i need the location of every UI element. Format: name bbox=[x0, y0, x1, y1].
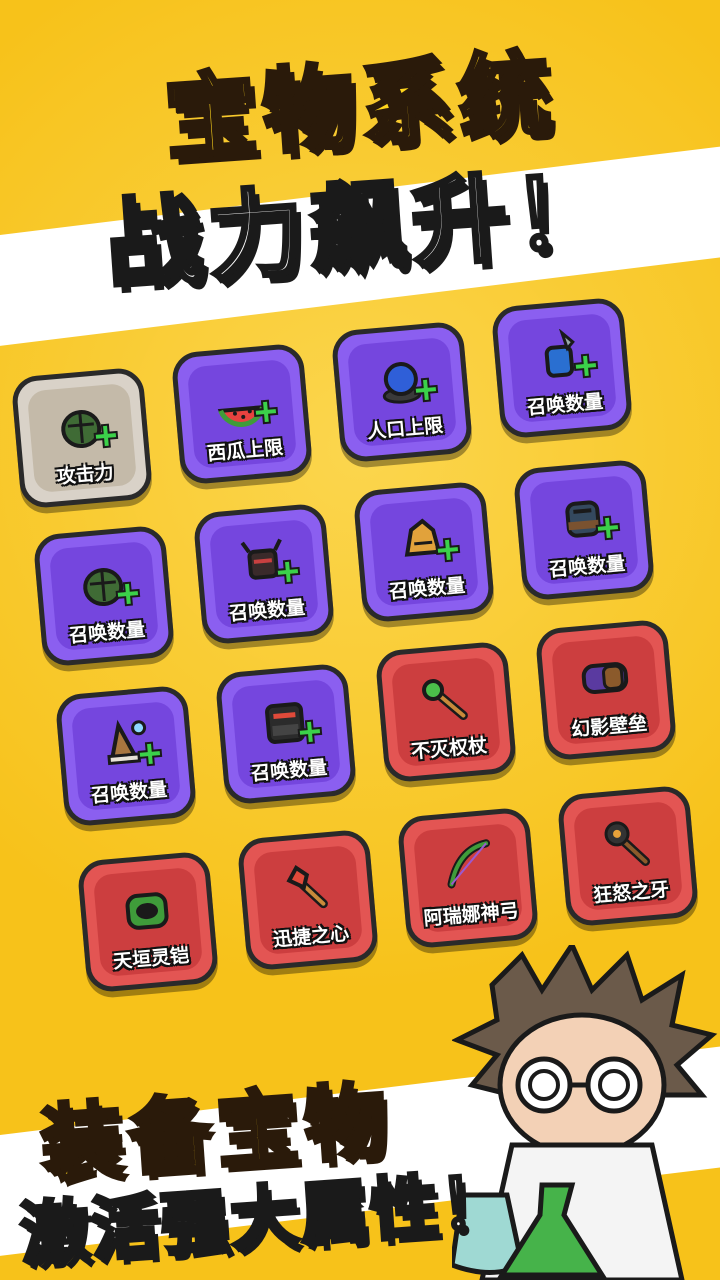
treasure-card[interactable]: 召唤数量 bbox=[32, 524, 176, 668]
treasure-card[interactable]: 迅捷之心 bbox=[236, 828, 380, 972]
green-armor-icon bbox=[125, 892, 169, 930]
bow-icon bbox=[447, 839, 491, 889]
shield-icon bbox=[581, 662, 629, 694]
treasure-card[interactable]: 攻击力 bbox=[10, 366, 154, 510]
plus-icon bbox=[573, 353, 599, 379]
plus-icon bbox=[115, 581, 141, 607]
torch-icon bbox=[286, 865, 328, 909]
treasure-card[interactable]: 西瓜上限 bbox=[170, 342, 314, 486]
spiked-mace-icon bbox=[604, 821, 651, 866]
treasure-card[interactable]: 人口上限 bbox=[330, 320, 474, 464]
treasure-card[interactable]: 召唤数量 bbox=[192, 502, 336, 646]
plus-icon bbox=[137, 741, 163, 767]
plus-icon bbox=[435, 537, 461, 563]
plus-icon bbox=[595, 515, 621, 541]
plus-icon bbox=[297, 719, 323, 745]
plus-icon bbox=[93, 423, 119, 449]
treasure-card[interactable]: 召唤数量 bbox=[512, 458, 656, 602]
treasure-card[interactable]: 召唤数量 bbox=[490, 296, 634, 440]
treasure-card[interactable]: 狂怒之牙 bbox=[556, 784, 700, 928]
treasure-card[interactable]: 不灭权杖 bbox=[374, 640, 518, 784]
plus-icon bbox=[275, 559, 301, 585]
treasure-card[interactable]: 幻影壁垒 bbox=[534, 618, 678, 762]
treasure-card[interactable]: 召唤数量 bbox=[214, 662, 358, 806]
plus-icon bbox=[413, 377, 439, 403]
plus-icon bbox=[253, 399, 279, 425]
treasure-card[interactable]: 召唤数量 bbox=[54, 684, 198, 828]
scepter-icon bbox=[422, 679, 468, 720]
treasure-card[interactable]: 阿瑞娜神弓 bbox=[396, 806, 540, 950]
treasure-card[interactable]: 召唤数量 bbox=[352, 480, 496, 624]
treasure-card[interactable]: 天垣灵铠 bbox=[76, 850, 220, 994]
